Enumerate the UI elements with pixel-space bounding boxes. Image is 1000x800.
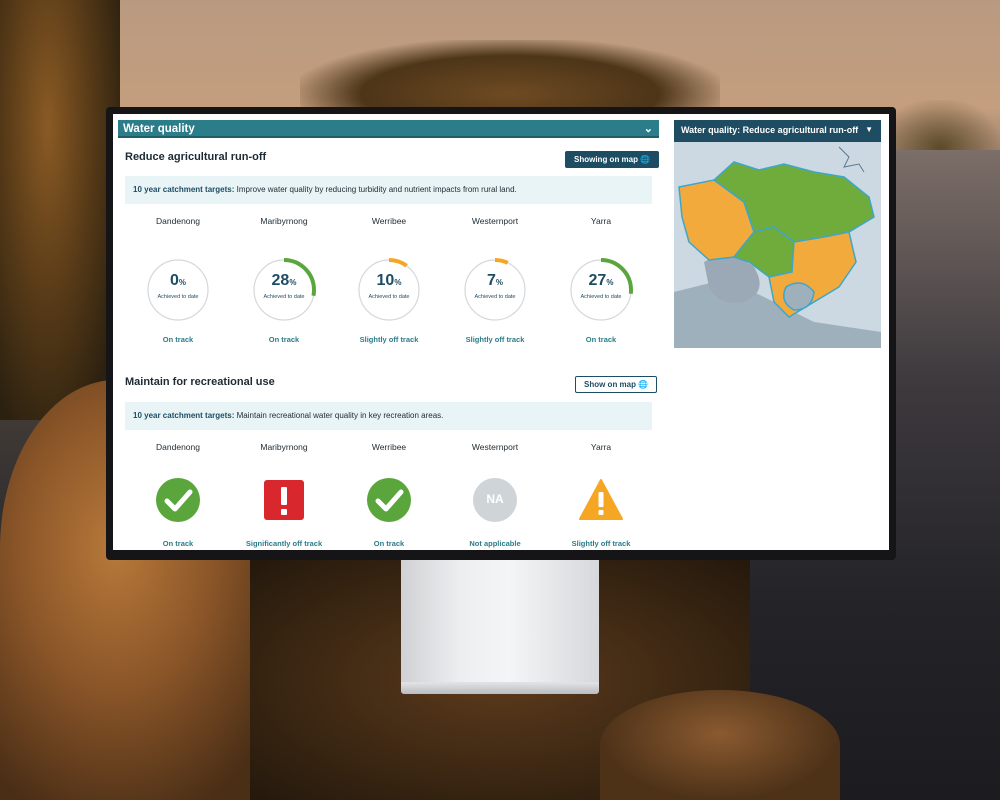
progress-ring: 7% Achieved to date (463, 258, 527, 322)
status-label: On track (585, 335, 617, 344)
background-rock-right (600, 690, 840, 800)
achieved-label: Achieved to date (157, 294, 199, 300)
status-label: Slightly off track (571, 539, 631, 548)
catchment-name: Dandenong (156, 216, 200, 226)
percent-sign: % (178, 278, 187, 287)
percent-sign: % (606, 278, 614, 287)
monitor-stand (401, 558, 599, 684)
monitor-screen: Water quality ⌄ Reduce agricultural run-… (113, 114, 889, 550)
runoff-catchment: Yarra 27% Achieved to date On track (548, 216, 654, 348)
percent-sign: % (495, 278, 504, 287)
progress-ring: 28% Achieved to date (252, 258, 316, 322)
percent-value: 10% (357, 272, 421, 290)
percent-number: 10 (376, 272, 395, 289)
catchment-name: Yarra (590, 216, 612, 226)
percent-sign: % (289, 278, 297, 287)
monitor-stand-base (401, 682, 599, 694)
recreation-target-label: 10 year catchment targets: (133, 411, 235, 420)
section-title: Water quality (123, 123, 195, 135)
progress-ring-track (147, 259, 209, 321)
achieved-label: Achieved to date (580, 294, 622, 300)
catchment-name: Yarra (590, 442, 612, 452)
percent-value: 0% (146, 272, 210, 290)
runoff-catchment: Maribyrnong 28% Achieved to date On track (231, 216, 337, 348)
recreation-catchment: Dandenong On track (125, 442, 231, 550)
runoff-catchment: Westernport 7% Achieved to date Slightly of… (442, 216, 548, 348)
show-on-map-label: Show on map (584, 380, 636, 389)
section-header[interactable]: Water quality ⌄ (118, 120, 659, 138)
progress-ring-track (358, 259, 420, 321)
globe-icon: 🌐 (638, 380, 649, 389)
catchment-name: Werribee (371, 216, 407, 226)
progress-ring: 27% Achieved to date (569, 258, 633, 322)
recreation-catchment: Maribyrnong Significantly off track (231, 442, 337, 550)
status-label: On track (268, 335, 300, 344)
runoff-target-text: Improve water quality by reducing turbid… (236, 185, 517, 194)
chevron-down-icon[interactable]: ⌄ (644, 122, 653, 135)
status-label: On track (162, 335, 194, 344)
achieved-label: Achieved to date (263, 294, 305, 300)
showing-on-map-label: Showing on map (574, 155, 638, 164)
catchment-name: Werribee (371, 442, 407, 452)
map-dropdown[interactable]: Water quality: Reduce agricultural run-o… (674, 120, 881, 142)
background-foliage (0, 0, 120, 420)
achieved-label: Achieved to date (474, 294, 516, 300)
catchment-map-svg (674, 142, 881, 348)
catchment-map[interactable] (674, 142, 881, 348)
recreation-target-box: 10 year catchment targets: Maintain recr… (125, 402, 652, 430)
check-circle-icon (155, 477, 201, 523)
recreation-catchment: Westernport NA Not applicable (442, 442, 548, 550)
catchment-name: Maribyrnong (260, 216, 308, 226)
progress-ring-track (464, 259, 526, 321)
recreation-catchment: Yarra Slightly off track (548, 442, 654, 550)
status-label: On track (373, 539, 405, 548)
show-on-map-button[interactable]: Show on map 🌐 (575, 376, 658, 393)
runoff-catchment: Dandenong 0% Achieved to date On track (125, 216, 231, 348)
na-text: NA (486, 492, 504, 506)
map-dropdown-label: Water quality: Reduce agricultural run-o… (681, 125, 859, 135)
na-circle-icon: NA (472, 477, 518, 523)
recreation-title: Maintain for recreational use (125, 376, 275, 388)
status-label: Slightly off track (465, 335, 525, 344)
status-label: On track (162, 539, 194, 548)
runoff-title: Reduce agricultural run-off (125, 151, 267, 163)
catchment-name: Dandenong (156, 442, 200, 452)
percent-number: 28 (271, 272, 290, 289)
status-label: Slightly off track (359, 335, 419, 344)
status-label: Not applicable (469, 539, 521, 548)
percent-value: 27% (569, 272, 633, 290)
catchment-name: Westernport (471, 216, 519, 226)
catchment-name: Maribyrnong (260, 442, 308, 452)
status-label: Significantly off track (245, 539, 323, 548)
percent-value: 28% (252, 272, 316, 290)
check-circle-icon (366, 477, 412, 523)
progress-ring: 0% Achieved to date (146, 258, 210, 322)
runoff-catchment: Werribee 10% Achieved to date Slightly off … (336, 216, 442, 348)
percent-sign: % (394, 278, 402, 287)
percent-number: 0 (169, 272, 179, 289)
recreation-catchment: Werribee On track (336, 442, 442, 550)
globe-icon: 🌐 (640, 155, 651, 164)
catchment-name: Westernport (471, 442, 519, 452)
runoff-target-label: 10 year catchment targets: (133, 185, 235, 194)
runoff-target-box: 10 year catchment targets: Improve water… (125, 176, 652, 204)
caret-down-icon: ▼ (865, 125, 873, 134)
achieved-label: Achieved to date (368, 294, 410, 300)
percent-value: 7% (463, 272, 527, 290)
percent-number: 7 (486, 272, 496, 289)
percent-number: 27 (588, 272, 607, 289)
recreation-target-text: Maintain recreational water quality in k… (236, 411, 444, 420)
warning-triangle-icon (578, 477, 624, 523)
showing-on-map-button[interactable]: Showing on map 🌐 (565, 151, 660, 168)
progress-ring: 10% Achieved to date (357, 258, 421, 322)
exclamation-square-icon (261, 477, 307, 523)
